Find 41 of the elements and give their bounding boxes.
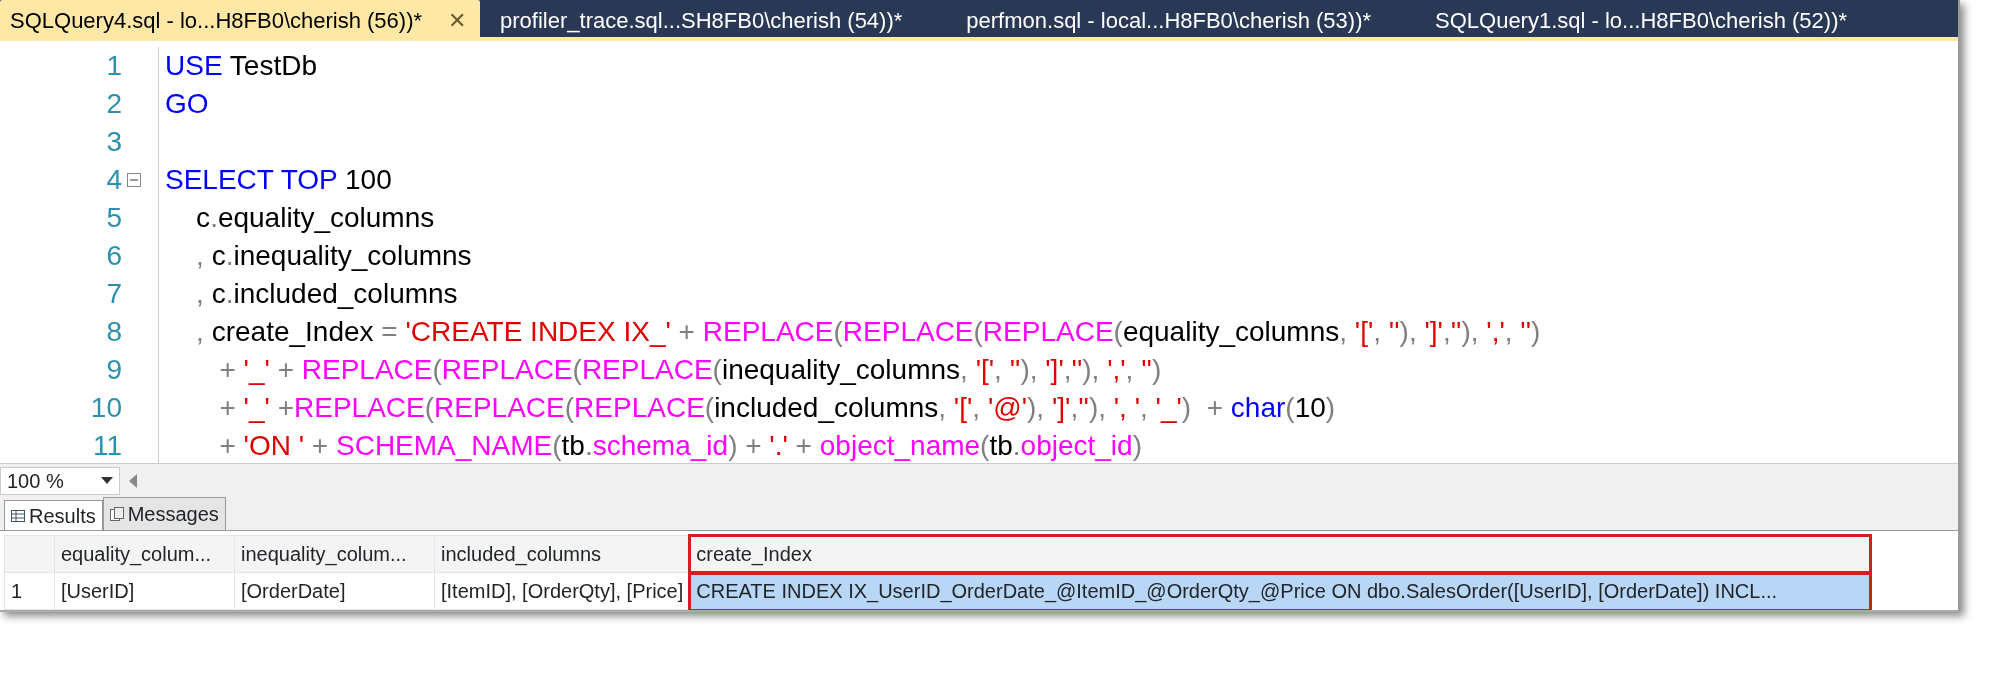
code-line: GO <box>158 85 209 124</box>
column-header[interactable]: included_columns <box>434 535 690 573</box>
line-number: 7 <box>105 277 123 312</box>
grid-icon <box>11 509 25 522</box>
results-tab[interactable]: Results <box>4 500 103 530</box>
column-header[interactable]: create_Index <box>689 535 1870 573</box>
table-cell[interactable]: [UserID] <box>54 572 235 610</box>
line-number: 3 <box>105 125 123 160</box>
document-tab[interactable]: SQLQuery1.sql - lo...H8FB0\cherish (52))* <box>1425 0 1862 38</box>
code-line: USE TestDb <box>158 47 317 86</box>
table-cell[interactable]: [OrderDate] <box>234 572 435 610</box>
line-number: 5 <box>105 201 123 236</box>
column-header[interactable]: equality_colum... <box>54 535 235 573</box>
code-line: c.equality_columns <box>158 199 435 238</box>
scroll-left-icon[interactable] <box>128 473 138 488</box>
line-number: 2 <box>105 87 123 122</box>
line-number: 8 <box>105 315 123 350</box>
table-cell[interactable]: CREATE INDEX IX_UserID_OrderDate_@ItemID_@OrderQty_@Price ON dbo.SalesOrder([UserID], [OrderDate]) INCL... <box>689 572 1870 610</box>
document-tab[interactable]: SQLQuery4.sql - lo...H8FB0\cherish (56))* ✕ <box>0 0 481 38</box>
column-header[interactable]: inequality_colum... <box>234 535 435 573</box>
code-line: , c.included_columns <box>158 275 458 314</box>
collapse-icon[interactable] <box>127 173 141 188</box>
document-icon <box>109 507 124 521</box>
document-tab[interactable]: perfmon.sql - local...H8FB0\cherish (53))* <box>956 0 1385 38</box>
code-line: , c.inequality_columns <box>158 237 472 276</box>
caret-icon <box>101 476 113 485</box>
zoom-dropdown[interactable]: 100 % <box>0 466 120 495</box>
line-number: 6 <box>105 239 123 274</box>
line-number: 10 <box>89 391 123 426</box>
code-line: SELECT TOP 100 <box>158 161 392 200</box>
line-number: 11 <box>91 429 123 464</box>
close-button[interactable]: ✕ <box>448 4 467 38</box>
document-tab[interactable]: profiler_trace.sql...SH8FB0\cherish (54))* <box>490 0 917 38</box>
row-number: 1 <box>4 572 55 610</box>
line-number: 4 <box>105 163 123 198</box>
code-line: + '_' + REPLACE(REPLACE(REPLACE(inequality_columns, '[', ''), ']',''), ',', '') <box>158 351 1162 390</box>
line-number: 9 <box>105 353 123 388</box>
code-line: + '_' +REPLACE(REPLACE(REPLACE(included_columns, '[', '@'), ']',''), ', ', '_') + char(10) <box>158 389 1336 428</box>
code-line: , create_Index = 'CREATE INDEX IX_' + REPLACE(REPLACE(REPLACE(equality_columns, '[', ''), ']',''), ',', '') <box>158 313 1541 352</box>
results-tab[interactable]: Messages <box>102 497 226 530</box>
line-number: 1 <box>105 49 123 84</box>
